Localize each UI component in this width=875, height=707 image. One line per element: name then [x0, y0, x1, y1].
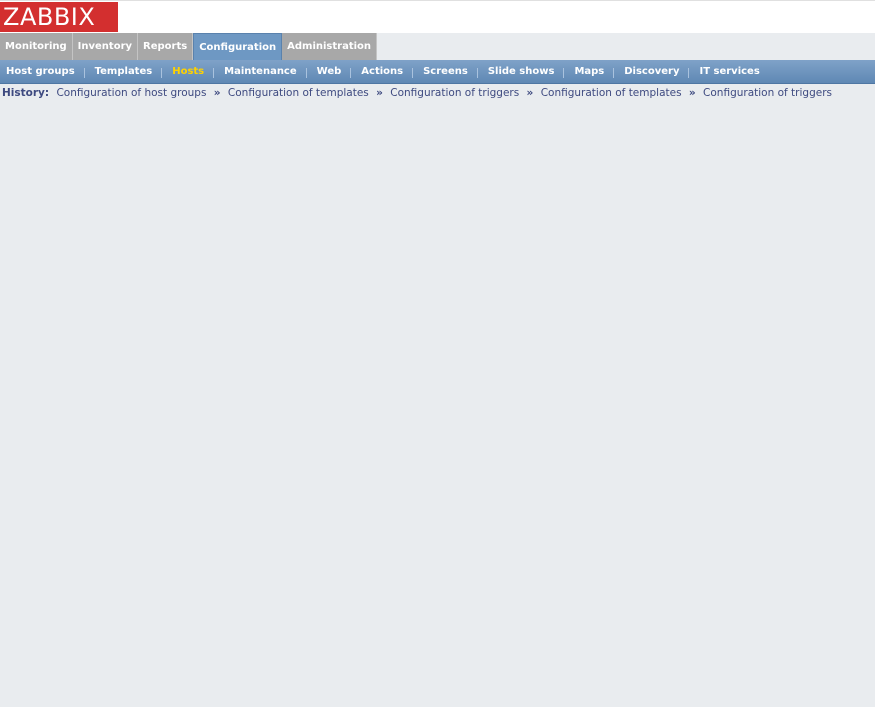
history-breadcrumb: History: Configuration of host groups » … — [2, 87, 832, 99]
breadcrumb-separator-icon: » — [376, 87, 383, 99]
submenu-it-services[interactable]: IT services — [688, 66, 769, 78]
submenu-host-groups[interactable]: Host groups — [0, 66, 85, 77]
submenu-hosts[interactable]: Hosts — [161, 66, 214, 78]
history-label: History: — [2, 87, 50, 99]
submenu-web[interactable]: Web — [305, 66, 352, 78]
submenu-maps[interactable]: Maps — [563, 66, 614, 78]
sub-menu: Host groups Templates Hosts Maintenance … — [0, 60, 875, 84]
breadcrumb-separator-icon: » — [688, 87, 696, 99]
history-link-templates[interactable]: Configuration of templates — [228, 87, 369, 99]
tab-administration[interactable]: Administration — [282, 33, 378, 60]
main-menu: Monitoring Inventory Reports Configurati… — [0, 33, 875, 60]
submenu-screens[interactable]: Screens — [412, 66, 478, 78]
breadcrumb-separator-icon: » — [213, 87, 221, 99]
submenu-actions[interactable]: Actions — [350, 66, 413, 78]
tab-inventory[interactable]: Inventory — [72, 33, 139, 60]
tab-reports[interactable]: Reports — [138, 33, 194, 60]
submenu-slide-shows[interactable]: Slide shows — [476, 66, 565, 78]
header-bar: ZABBIX — [0, 0, 875, 33]
history-link-triggers[interactable]: Configuration of triggers — [390, 87, 519, 99]
history-link-host-groups[interactable]: Configuration of host groups — [56, 87, 206, 99]
submenu-discovery[interactable]: Discovery — [613, 66, 689, 78]
submenu-maintenance[interactable]: Maintenance — [213, 66, 307, 78]
submenu-templates[interactable]: Templates — [83, 66, 163, 78]
tab-monitoring[interactable]: Monitoring — [0, 33, 73, 60]
tab-configuration[interactable]: Configuration — [193, 33, 283, 60]
breadcrumb-separator-icon: » — [526, 87, 534, 99]
history-link-templates-2[interactable]: Configuration of templates — [541, 87, 682, 99]
history-link-triggers-2[interactable]: Configuration of triggers — [703, 87, 832, 99]
zabbix-logo[interactable]: ZABBIX — [0, 2, 118, 32]
